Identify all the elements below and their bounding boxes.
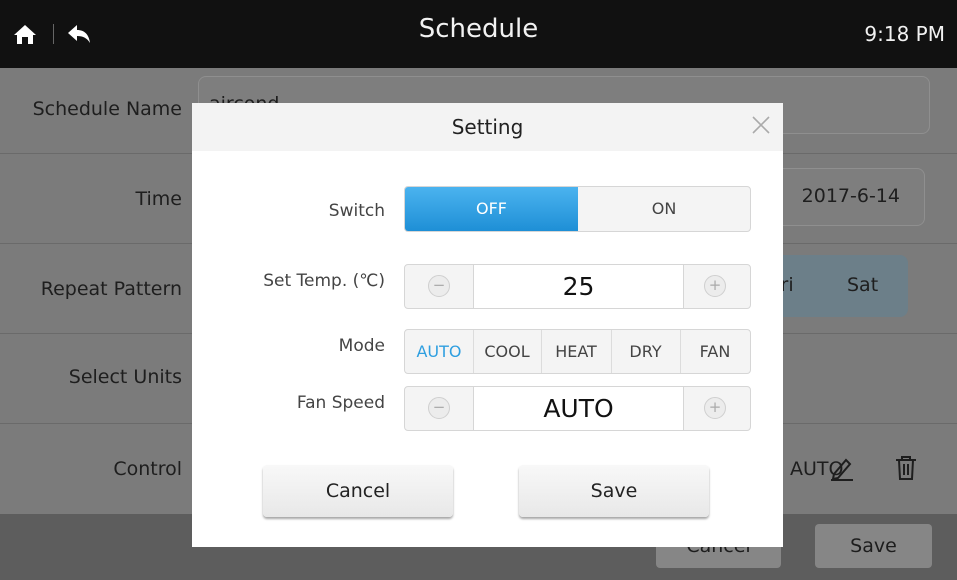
fan-speed-stepper: − AUTO + (404, 386, 751, 431)
edit-icon[interactable] (828, 454, 856, 482)
save-button[interactable]: Save (519, 465, 709, 517)
mode-heat[interactable]: HEAT (541, 330, 612, 373)
temp-decrease-button[interactable]: − (428, 275, 450, 297)
date-value: 2017-6-14 (801, 185, 900, 207)
switch-off-option[interactable]: OFF (405, 187, 578, 231)
schedule-name-label: Schedule Name (32, 98, 182, 120)
app-header: Schedule 9:18 PM (0, 0, 957, 68)
fan-decrease-button[interactable]: − (428, 397, 450, 419)
fan-increase-button[interactable]: + (704, 397, 726, 419)
select-units-label: Select Units (68, 366, 182, 388)
switch-label: Switch (328, 201, 385, 221)
mode-dry[interactable]: DRY (611, 330, 681, 373)
setting-dialog: Setting Switch OFF ON Set Temp. (℃) − 25… (192, 103, 783, 547)
fan-speed-value: AUTO (473, 387, 684, 430)
mode-selector: AUTO COOL HEAT DRY FAN (404, 329, 751, 374)
temp-increase-button[interactable]: + (704, 275, 726, 297)
repeat-day-sat[interactable]: Sat (847, 274, 878, 296)
footer-save-button[interactable]: Save (815, 524, 932, 568)
mode-cool[interactable]: COOL (473, 330, 542, 373)
trash-icon[interactable] (893, 454, 919, 482)
cancel-button[interactable]: Cancel (263, 465, 453, 517)
dialog-title: Setting (451, 115, 524, 139)
temp-value: 25 (473, 265, 684, 308)
control-label: Control (113, 458, 182, 480)
temp-label: Set Temp. (℃) (263, 271, 385, 291)
time-label: Time (135, 188, 183, 210)
repeat-label: Repeat Pattern (40, 278, 182, 300)
date-field[interactable]: 2017-6-14 (760, 168, 925, 226)
switch-on-option[interactable]: ON (578, 187, 750, 231)
fan-speed-label: Fan Speed (296, 393, 385, 413)
mode-label: Mode (338, 336, 385, 356)
clock: 9:18 PM (864, 22, 945, 46)
switch-toggle: OFF ON (404, 186, 751, 232)
mode-auto[interactable]: AUTO (405, 330, 474, 373)
close-icon[interactable] (749, 113, 773, 137)
temp-stepper: − 25 + (404, 264, 751, 309)
page-title: Schedule (418, 14, 539, 44)
mode-fan[interactable]: FAN (680, 330, 750, 373)
dialog-header: Setting (192, 103, 783, 151)
